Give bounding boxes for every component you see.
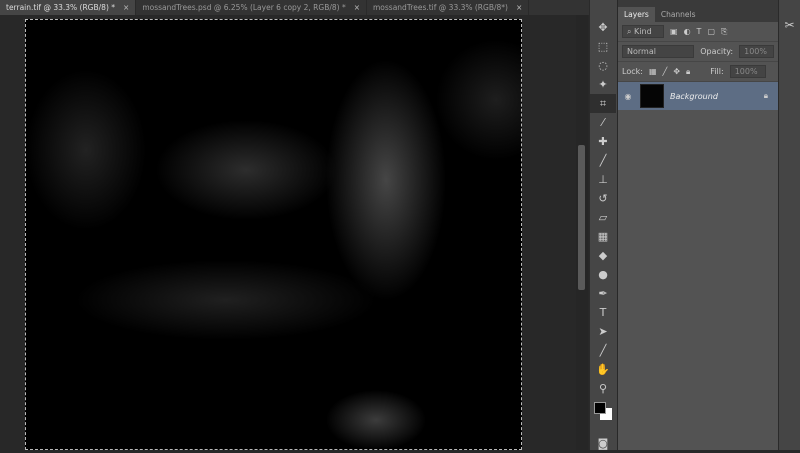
- filter-smart-object-icon[interactable]: ⎘: [721, 27, 727, 37]
- quick-mask-icon[interactable]: ◙: [590, 434, 616, 453]
- eraser-tool-icon[interactable]: ▱: [590, 208, 616, 227]
- vertical-scrollbar[interactable]: [576, 15, 588, 450]
- brush-tool-icon[interactable]: ╱: [590, 151, 616, 170]
- zoom-tool-icon[interactable]: ⚲: [590, 379, 616, 398]
- blend-mode-value: Normal: [627, 47, 656, 56]
- opacity-field[interactable]: 100%: [739, 45, 774, 58]
- fill-value: 100%: [734, 67, 758, 76]
- crop-tool-icon[interactable]: ⌗: [590, 94, 616, 113]
- foreground-color-swatch[interactable]: [594, 402, 606, 414]
- terrain-image: [26, 20, 521, 449]
- tab-channels[interactable]: Channels: [655, 7, 702, 22]
- close-icon[interactable]: ×: [354, 3, 360, 12]
- layer-row-background[interactable]: ◉ Background 🔒︎: [618, 82, 778, 110]
- magic-wand-tool-icon[interactable]: ✦: [590, 75, 616, 94]
- tab-label: mossandTrees.psd @ 6.25% (Layer 6 copy 2…: [142, 3, 346, 12]
- path-selection-tool-icon[interactable]: ➤: [590, 322, 616, 341]
- collapsed-panel-dock: ✂: [778, 0, 800, 450]
- tool-presets-icon[interactable]: ✂: [779, 18, 800, 32]
- color-swatches[interactable]: [590, 398, 617, 434]
- fill-label: Fill:: [710, 67, 724, 76]
- filter-pixel-icon[interactable]: ▣: [670, 27, 678, 36]
- layers-panel: Layers Channels ⌕ Kind ▣ ◐ T ▢ ⎘ Normal Opac…: [618, 0, 778, 450]
- lock-all-icon[interactable]: 🔒︎: [686, 67, 690, 77]
- healing-tool-icon[interactable]: ✚: [590, 132, 616, 151]
- filter-adjustment-icon[interactable]: ◐: [684, 27, 691, 36]
- document-canvas[interactable]: [25, 19, 522, 450]
- stamp-tool-icon[interactable]: ⊥: [590, 170, 616, 189]
- tab-mossandtrees-psd[interactable]: mossandTrees.psd @ 6.25% (Layer 6 copy 2…: [136, 0, 367, 15]
- filter-kind-select[interactable]: ⌕ Kind: [622, 25, 664, 38]
- blend-mode-select[interactable]: Normal: [622, 45, 695, 58]
- layer-thumbnail: [640, 84, 664, 108]
- close-icon[interactable]: ×: [516, 3, 522, 12]
- history-brush-tool-icon[interactable]: ↺: [590, 189, 616, 208]
- layer-name: Background: [670, 91, 718, 101]
- lock-label: Lock:: [622, 67, 643, 76]
- tab-label: mossandTrees.tif @ 33.3% (RGB/8*): [373, 3, 508, 12]
- dodge-tool-icon[interactable]: ●: [590, 265, 616, 284]
- opacity-value: 100%: [744, 47, 767, 56]
- lock-paint-icon[interactable]: ╱: [663, 67, 668, 76]
- scrollbar-thumb[interactable]: [578, 145, 585, 290]
- layer-lock-icon: 🔒︎: [763, 91, 768, 100]
- pen-tool-icon[interactable]: ✒: [590, 284, 616, 303]
- tab-layers[interactable]: Layers: [618, 7, 655, 22]
- tab-label: terrain.tif @ 33.3% (RGB/8) *: [6, 3, 116, 12]
- document-tabs: terrain.tif @ 33.3% (RGB/8) * × mossandTr…: [0, 0, 590, 15]
- eyedropper-tool-icon[interactable]: ⁄: [590, 113, 616, 132]
- canvas-area[interactable]: [0, 15, 575, 450]
- tools-panel: ✥ ⬚ ◌ ✦ ⌗ ⁄ ✚ ╱ ⊥ ↺ ▱ ▦ ◆ ● ✒ T ➤ ╱ ✋ ⚲ …: [589, 0, 617, 450]
- blur-tool-icon[interactable]: ◆: [590, 246, 616, 265]
- filter-kind-label: Kind: [634, 27, 652, 36]
- hand-tool-icon[interactable]: ✋: [590, 360, 616, 379]
- type-tool-icon[interactable]: T: [590, 303, 616, 322]
- close-icon[interactable]: ×: [123, 3, 129, 12]
- marquee-tool-icon[interactable]: ⬚: [590, 37, 616, 56]
- gradient-tool-icon[interactable]: ▦: [590, 227, 616, 246]
- visibility-eye-icon[interactable]: ◉: [618, 92, 638, 101]
- filter-shape-icon[interactable]: ▢: [707, 27, 715, 36]
- line-tool-icon[interactable]: ╱: [590, 341, 616, 360]
- fill-field[interactable]: 100%: [729, 65, 766, 78]
- tab-terrain[interactable]: terrain.tif @ 33.3% (RGB/8) * ×: [0, 0, 137, 15]
- lock-transparent-icon[interactable]: ▦: [649, 67, 657, 76]
- tab-mossandtrees-tif[interactable]: mossandTrees.tif @ 33.3% (RGB/8*) ×: [367, 0, 530, 15]
- lock-position-icon[interactable]: ✥: [673, 67, 680, 76]
- filter-type-icon[interactable]: T: [697, 27, 702, 36]
- opacity-label: Opacity:: [700, 47, 734, 56]
- move-tool-icon[interactable]: ✥: [590, 18, 616, 37]
- lasso-tool-icon[interactable]: ◌: [590, 56, 616, 75]
